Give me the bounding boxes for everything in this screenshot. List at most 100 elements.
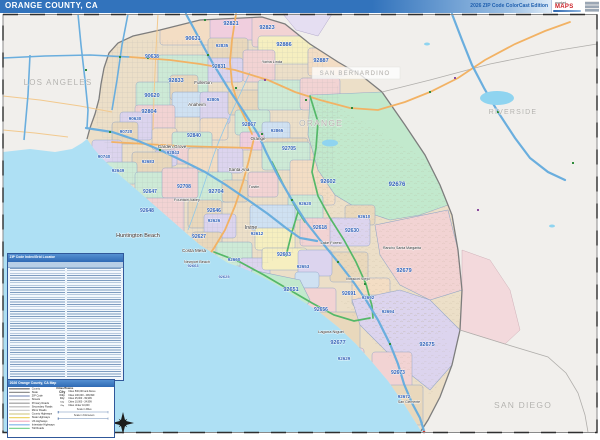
zip-label: 92708 <box>177 184 191 190</box>
zip-label: 92648 <box>140 208 154 214</box>
zip-label: 92630 <box>345 228 359 234</box>
zip-index-column-left <box>10 268 65 378</box>
legend-line-sample <box>9 424 30 425</box>
zip-label: 92651 <box>283 287 298 293</box>
city-label: Santa Ana <box>229 167 250 172</box>
zip-index-column-right <box>67 268 122 378</box>
legend-line-sample <box>9 392 30 393</box>
legend-cities-column: Cities/Towns CityCities 500,000 and Abov… <box>56 387 112 420</box>
zip-label: 92887 <box>313 58 328 64</box>
city-class-rows: CityCities 500,000 and AboveCityCities 1… <box>56 390 112 407</box>
zip-label: 92629 <box>338 356 351 361</box>
zip-label: 92805 <box>207 97 220 102</box>
zip-index-panel: ZIP Code Index/Grid Locator ZIP Code ZIP… <box>7 253 124 381</box>
zip-index-table <box>10 268 121 378</box>
zip-label: 92675 <box>419 342 434 348</box>
zip-label: 92677 <box>330 340 345 346</box>
city-label: Fullerton <box>194 80 212 85</box>
legend-line-label: Toll Roads <box>32 427 44 430</box>
legend-line-label: Streets <box>32 398 40 401</box>
city-label: Fountain Valley <box>174 198 200 202</box>
zip-label: 92804 <box>141 109 157 115</box>
zip-label: 92704 <box>208 189 224 195</box>
zip-index-header: ZIP Code Index/Grid Locator <box>8 254 123 262</box>
zip-label: 92653 <box>297 264 310 269</box>
legend-line-sample <box>9 421 30 422</box>
legend-line-sample <box>9 406 30 407</box>
city-class-label: Cities 10,000 - 24,999 <box>68 401 91 403</box>
irvine-lake <box>322 140 338 147</box>
logo-side-panel <box>585 1 599 12</box>
zip-label: 92840 <box>187 133 201 139</box>
zip-label: 92672 <box>398 394 411 399</box>
city-label: Rancho Santa Margarita <box>383 246 421 250</box>
zip-label: 92692 <box>362 295 375 300</box>
zip-label: 92627 <box>192 234 206 240</box>
zip-label: 92656 <box>314 307 328 313</box>
zip-label: 92625 <box>218 274 230 279</box>
map-title: ORANGE COUNTY, CA <box>5 1 98 10</box>
zip-label: 92691 <box>342 291 356 297</box>
legend-line-label: County <box>32 387 40 390</box>
legend-line-sample <box>9 417 30 418</box>
legend-body: CountyStateZIP CodeStreetsPrimary RoadsS… <box>9 387 113 430</box>
edition-label: 2026 ZIP Code ColorCast Edition <box>470 3 548 9</box>
scale-kilometers: Scale in Kilometers <box>56 415 112 420</box>
zip-label: 92835 <box>216 43 229 48</box>
city-class-row: CityCities Under 10,000 <box>56 404 112 407</box>
city-label: Costa Mesa <box>182 248 207 253</box>
zip-label: 92646 <box>207 208 221 214</box>
city-label: Garden Grove <box>158 144 187 149</box>
county-label: SAN BERNARDINO <box>320 71 391 77</box>
zip-label: 92647 <box>143 189 157 195</box>
legend-line-label: State Highways <box>32 416 50 419</box>
legend-header: 2026 Orange County, CA Map <box>8 380 114 387</box>
legend-line-label: Secondary Roads <box>32 405 53 408</box>
city-label: Lake Forest <box>320 240 342 245</box>
zip-label: 92843 <box>167 150 180 155</box>
small-lake <box>424 43 430 46</box>
legend-line-label: Interstate Highways <box>32 423 55 426</box>
legend-line-sample <box>9 388 30 389</box>
county-label: ORANGE <box>299 118 343 128</box>
zip-label: 90740 <box>98 154 111 159</box>
city-class-label: Cities 25,000 - 99,999 <box>68 398 91 400</box>
city-label: Huntington Beach <box>116 233 160 239</box>
zip-label: 92683 <box>142 159 155 164</box>
legend-line-label: ZIP Code <box>32 395 43 398</box>
lake-riverside <box>480 91 514 105</box>
county-label: SAN DIEGO <box>494 400 552 410</box>
zip-label: 92618 <box>313 225 327 231</box>
legend-line-sample <box>9 414 30 415</box>
zip-label: 92649 <box>112 168 125 173</box>
legend-title: 2026 Orange County, CA Map <box>8 380 56 385</box>
zip-label: 92679 <box>396 268 411 274</box>
legend-panel: 2026 Orange County, CA Map CountyStateZI… <box>7 379 115 438</box>
small-lake <box>549 225 555 228</box>
legend-line-label: State <box>32 391 38 394</box>
city-label: Anaheim <box>188 102 206 107</box>
zip-label: 92626 <box>208 218 221 223</box>
zip-label: 92886 <box>276 42 291 48</box>
legend-line-label: Minor Roads <box>32 409 47 412</box>
legend-line-sample <box>9 410 30 411</box>
county-label: RIVERSIDE <box>489 109 538 116</box>
zip-index-title: ZIP Code Index/Grid Locator <box>8 254 55 259</box>
zip-label: 92603 <box>277 252 291 258</box>
legend-row: Toll Roads <box>9 427 113 431</box>
zip-label: 92823 <box>259 25 274 31</box>
zip-label: 92705 <box>282 146 296 152</box>
zip-label: 90631 <box>185 36 200 42</box>
city-label: San Clemente <box>398 400 420 404</box>
city-class-label: Cities 100,000 - 499,999 <box>68 394 94 396</box>
title-bar: ORANGE COUNTY, CA 2026 ZIP Code ColorCas… <box>0 0 600 13</box>
zip-label: 90620 <box>144 93 159 99</box>
zip-label: 92821 <box>223 21 238 27</box>
city-label: Irvine <box>245 225 257 231</box>
city-class-label: Cities 500,000 and Above <box>68 391 95 393</box>
zip-label: 92602 <box>320 179 335 185</box>
legend-line-sample <box>9 428 30 429</box>
zip-label: 92660 <box>228 257 241 262</box>
zip-label: 90630 <box>129 116 142 121</box>
zip-label: 92676 <box>389 182 406 188</box>
